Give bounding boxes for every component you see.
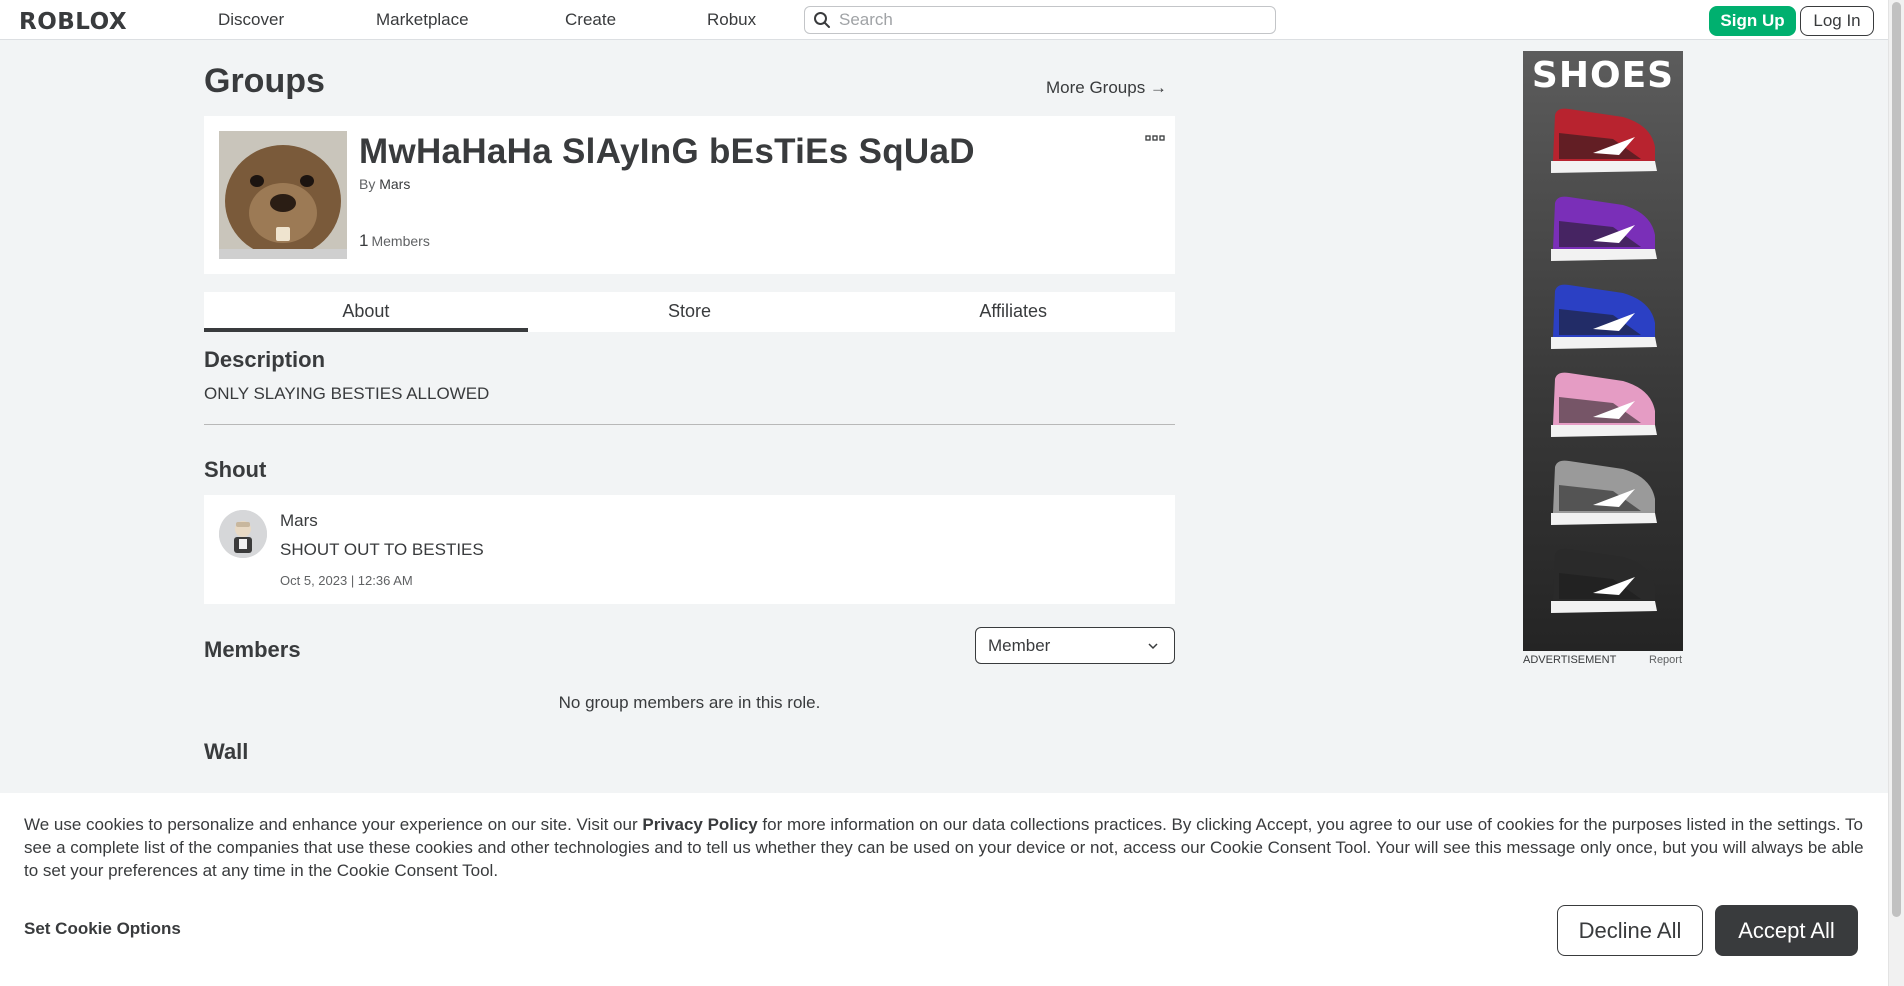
- chevron-down-icon: [1146, 638, 1160, 658]
- nav-marketplace[interactable]: Marketplace: [376, 0, 469, 40]
- section-divider: [204, 424, 1175, 425]
- nav-create[interactable]: Create: [565, 0, 616, 40]
- wall-heading: Wall: [204, 739, 249, 764]
- members-heading: Members: [204, 637, 301, 662]
- cookie-message: We use cookies to personalize and enhanc…: [24, 813, 1869, 882]
- ad-shoes-image: [1551, 108, 1657, 613]
- ad-label: ADVERTISEMENT: [1523, 654, 1617, 666]
- more-options-icon[interactable]: [1145, 130, 1165, 148]
- by-prefix: By: [359, 176, 376, 192]
- search-icon[interactable]: [805, 11, 839, 29]
- accept-all-button[interactable]: Accept All: [1715, 905, 1858, 956]
- sign-up-button[interactable]: Sign Up: [1709, 6, 1796, 36]
- member-count-label: Members: [371, 233, 430, 249]
- set-cookie-options-link[interactable]: Set Cookie Options: [24, 919, 181, 939]
- cookie-consent-banner: We use cookies to personalize and enhanc…: [0, 793, 1888, 986]
- log-in-button[interactable]: Log In: [1800, 6, 1874, 36]
- shout-poster-link[interactable]: Mars: [280, 511, 318, 531]
- page-scrollbar[interactable]: [1888, 0, 1904, 986]
- members-empty-message: No group members are in this role.: [558, 693, 821, 712]
- tab-store[interactable]: Store: [528, 292, 852, 332]
- decline-all-button[interactable]: Decline All: [1557, 905, 1703, 956]
- shout-timestamp: Oct 5, 2023 | 12:36 AM: [280, 573, 413, 588]
- cookie-text-before: We use cookies to personalize and enhanc…: [24, 815, 643, 834]
- group-name: MwHaHaHa SlAyInG bEsTiEs SqUaD: [359, 132, 975, 171]
- page-title: Groups: [204, 62, 325, 100]
- ad-shoe: [1551, 108, 1657, 173]
- ad-shoe: [1551, 372, 1657, 437]
- shout-heading: Shout: [204, 457, 267, 482]
- group-emblem-image: [219, 131, 347, 259]
- tab-about[interactable]: About: [204, 292, 528, 332]
- nav-robux[interactable]: Robux: [707, 0, 756, 40]
- member-count-value: 1: [359, 231, 369, 250]
- role-dropdown-value: Member: [988, 635, 1051, 655]
- group-owner-line: By Mars: [359, 176, 410, 192]
- shout-card: Mars SHOUT OUT TO BESTIES Oct 5, 2023 | …: [204, 495, 1175, 604]
- top-navigation-bar: ROBLOX Discover Marketplace Create Robux…: [0, 0, 1888, 40]
- description-text: ONLY SLAYING BESTIES ALLOWED: [204, 384, 490, 403]
- ad-shoe: [1551, 284, 1657, 349]
- more-groups-link[interactable]: More Groups →: [1046, 78, 1167, 98]
- tab-affiliates[interactable]: Affiliates: [851, 292, 1175, 332]
- shout-text: SHOUT OUT TO BESTIES: [280, 540, 484, 559]
- search-box: [804, 6, 1276, 34]
- ad-report-link[interactable]: Report: [1649, 654, 1682, 666]
- role-dropdown[interactable]: Member: [975, 627, 1175, 664]
- search-input[interactable]: [839, 10, 1259, 30]
- group-tabs: About Store Affiliates: [204, 292, 1175, 332]
- scrollbar-thumb[interactable]: [1892, 2, 1901, 917]
- group-owner-link[interactable]: Mars: [379, 176, 410, 192]
- ad-shoe: [1551, 196, 1657, 261]
- nav-discover[interactable]: Discover: [218, 0, 284, 40]
- member-count: 1 Members: [359, 231, 430, 251]
- avatar[interactable]: [219, 510, 267, 558]
- description-heading: Description: [204, 347, 326, 372]
- privacy-policy-link[interactable]: Privacy Policy: [642, 815, 757, 834]
- group-header-card: MwHaHaHa SlAyInG bEsTiEs SqUaD By Mars 1…: [204, 116, 1175, 274]
- ad-shoe: [1551, 548, 1657, 613]
- ad-shoe: [1551, 460, 1657, 525]
- advertisement-banner[interactable]: SHOES: [1523, 51, 1683, 651]
- roblox-logo[interactable]: ROBLOX: [19, 9, 127, 35]
